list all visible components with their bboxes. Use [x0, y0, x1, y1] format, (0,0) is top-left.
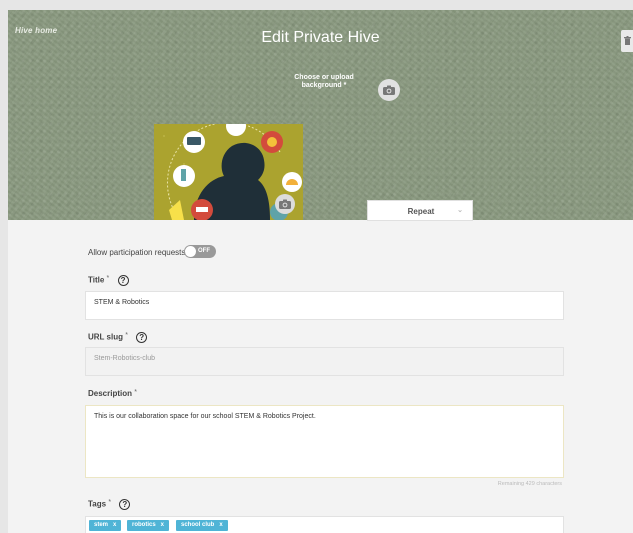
tag-label: robotics [132, 522, 156, 528]
background-upload-label: Choose or upload background * [278, 74, 370, 90]
background-repeat-select[interactable]: Repeat ⌄ [367, 200, 473, 221]
required-marker: * [108, 499, 112, 506]
allow-participation-toggle[interactable]: OFF [184, 245, 216, 258]
tags-label: Tags * ? [88, 499, 131, 510]
camera-icon [383, 85, 395, 95]
required-marker: * [125, 332, 128, 339]
url-slug-input[interactable]: Stem-Robotics-club [85, 347, 564, 376]
tag-label: school club [181, 522, 215, 528]
chevron-down-icon: ⌄ [457, 207, 463, 214]
tag-label: stem [94, 522, 109, 528]
url-slug-label: URL slug * ? [88, 332, 148, 343]
tag-chip: robotics x [127, 520, 170, 531]
url-slug-label-text: URL slug [88, 332, 123, 342]
toggle-knob [185, 246, 196, 257]
camera-icon [279, 199, 291, 209]
background-upload-button[interactable] [378, 79, 400, 101]
help-icon[interactable]: ? [119, 499, 131, 510]
tag-chip: stem x [89, 520, 122, 531]
toggle-state-text: OFF [198, 248, 210, 254]
header-background: Hive home Edit Private Hive Choose or up… [8, 10, 633, 221]
tag-remove-button[interactable]: x [161, 522, 164, 528]
tag-remove-button[interactable]: x [113, 522, 116, 528]
tag-chip: school club x [176, 520, 228, 531]
page-title: Edit Private Hive [261, 29, 380, 46]
tag-remove-button[interactable]: x [219, 522, 222, 528]
image-upload-button[interactable] [275, 194, 295, 214]
title-label-text: Title [88, 275, 105, 285]
remaining-characters: Remaining 429 characters [497, 481, 562, 487]
required-marker: * [106, 275, 110, 282]
required-marker: * [134, 389, 137, 396]
required-marker: * [343, 82, 347, 89]
description-label-text: Description [88, 389, 133, 398]
trash-icon [624, 36, 631, 45]
tags-input[interactable]: stem x robotics x school club x [85, 516, 564, 533]
allow-participation-label: Allow participation requests [88, 248, 186, 257]
edit-hive-page: Hive home Edit Private Hive Choose or up… [8, 10, 633, 533]
title-label: Title * ? [88, 275, 129, 286]
description-label: Description * [88, 389, 137, 398]
description-textarea[interactable]: This is our collaboration space for our … [85, 405, 564, 478]
delete-button[interactable] [621, 30, 633, 52]
title-input[interactable]: STEM & Robotics [85, 291, 564, 320]
tags-label-text: Tags [88, 499, 107, 509]
help-icon[interactable]: ? [136, 332, 148, 343]
help-icon[interactable]: ? [117, 275, 129, 286]
